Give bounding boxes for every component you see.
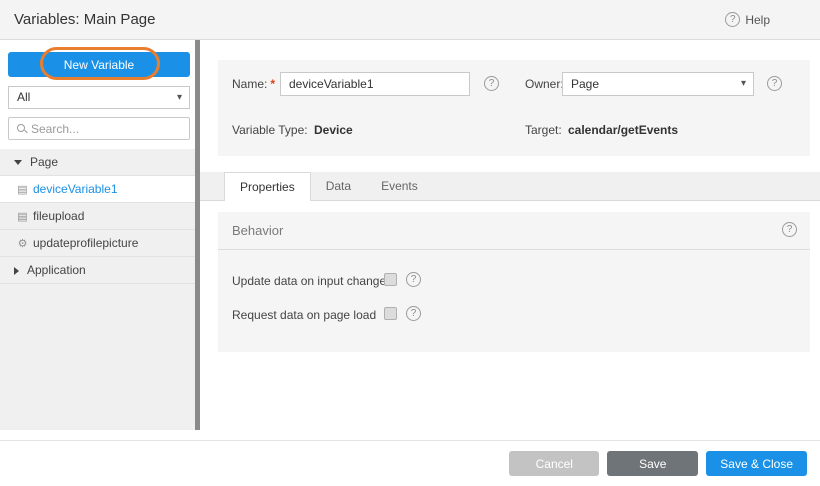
tree-item-label: fileupload [33, 209, 84, 223]
update-on-input-change-checkbox[interactable] [384, 273, 397, 286]
behavior-title: Behavior [232, 223, 283, 238]
tab-properties[interactable]: Properties [224, 172, 311, 201]
variables-sidebar: New Variable All Page deviceVariable1 fi… [0, 40, 200, 430]
name-label: Name: [232, 72, 275, 96]
save-button[interactable]: Save [607, 451, 698, 476]
search-input[interactable] [31, 119, 181, 138]
name-input[interactable] [280, 72, 470, 96]
tab-events[interactable]: Events [366, 172, 433, 200]
target-value: calendar/getEvents [568, 122, 678, 138]
dialog-footer: Cancel Save Save & Close [0, 440, 820, 486]
request-on-page-load-checkbox[interactable] [384, 307, 397, 320]
new-variable-button[interactable]: New Variable [8, 52, 190, 77]
page-title: Variables: Main Page [14, 11, 155, 28]
variables-dialog: Variables: Main Page Help New Variable A… [0, 0, 820, 486]
search-box [8, 117, 190, 140]
behavior-help-icon[interactable] [782, 222, 797, 237]
update-on-input-change-help-icon[interactable] [406, 272, 421, 287]
variable-type-value: Device [314, 122, 353, 138]
caret-down-icon [14, 160, 22, 165]
tree-group-label: Page [30, 155, 58, 169]
tree-item-updateprofilepicture[interactable]: updateprofilepicture [0, 230, 195, 257]
name-help-icon[interactable] [484, 76, 499, 91]
tree-item-label: deviceVariable1 [33, 182, 118, 196]
tree-group-label: Application [27, 263, 86, 277]
chevron-down-icon [177, 87, 182, 108]
variables-tree: Page deviceVariable1 fileupload updatepr… [0, 149, 195, 430]
dialog-header: Variables: Main Page Help [0, 0, 820, 40]
required-asterisk [267, 77, 275, 91]
tree-group-page[interactable]: Page [0, 149, 195, 176]
chevron-down-icon [741, 73, 746, 95]
caret-right-icon [14, 267, 19, 275]
variable-filter-value: All [17, 90, 30, 104]
tree-item-devicevariable1[interactable]: deviceVariable1 [0, 176, 195, 203]
tree-group-application[interactable]: Application [0, 257, 195, 284]
update-on-input-change-label: Update data on input change [232, 274, 386, 288]
sidebar-scrollbar[interactable] [195, 40, 200, 430]
service-variable-icon [16, 231, 29, 257]
tree-item-label: updateprofilepicture [33, 236, 138, 250]
behavior-panel: Behavior Update data on input change Req… [218, 212, 810, 352]
request-on-page-load-help-icon[interactable] [406, 306, 421, 321]
owner-select-value: Page [571, 77, 599, 91]
search-icon [17, 124, 25, 132]
request-on-page-load-label: Request data on page load [232, 308, 376, 322]
save-and-close-button[interactable]: Save & Close [706, 451, 807, 476]
help-button[interactable]: Help [725, 12, 770, 27]
variable-type-label: Variable Type: [232, 122, 308, 138]
owner-help-icon[interactable] [767, 76, 782, 91]
device-variable-icon [16, 177, 29, 203]
target-label: Target: [525, 122, 562, 138]
detail-tabs: Properties Data Events [200, 172, 820, 201]
help-icon [725, 12, 740, 27]
divider [218, 249, 810, 250]
device-variable-icon [16, 204, 29, 230]
variable-filter-select[interactable]: All [8, 86, 190, 109]
tree-item-fileupload[interactable]: fileupload [0, 203, 195, 230]
footer-buttons: Cancel Save Save & Close [509, 451, 807, 476]
help-label: Help [745, 13, 770, 27]
owner-select[interactable]: Page [562, 72, 754, 96]
tab-data[interactable]: Data [311, 172, 366, 200]
variable-form-panel: Name: Owner: Page Variable Type: Device … [218, 60, 810, 156]
cancel-button[interactable]: Cancel [509, 451, 599, 476]
